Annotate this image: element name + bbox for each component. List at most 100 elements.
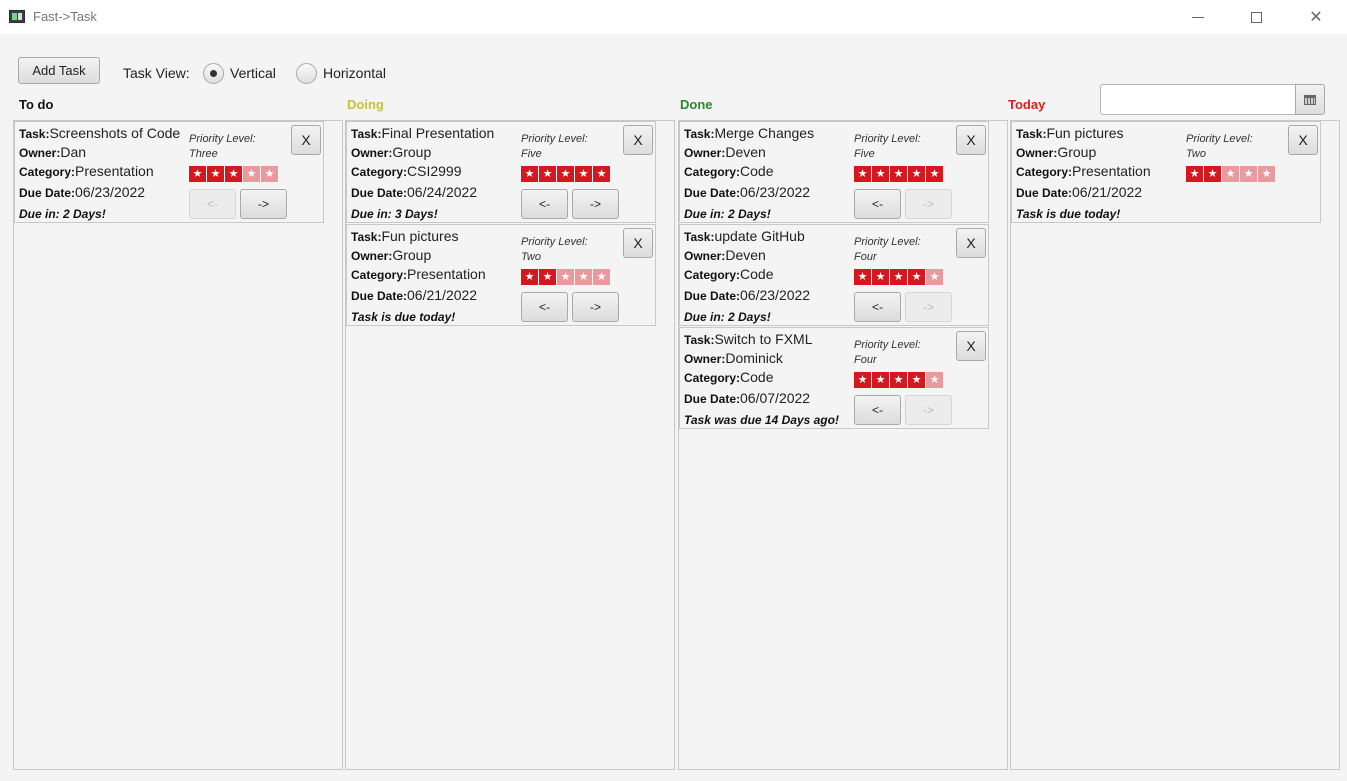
due-date-label: Due Date: xyxy=(684,186,741,200)
task-label: Task: xyxy=(351,127,382,141)
owner-label: Owner: xyxy=(351,249,393,263)
delete-task-button[interactable]: X xyxy=(623,228,653,258)
due-status: Task is due today! xyxy=(1016,207,1121,221)
star-icon: ★ xyxy=(890,166,907,182)
task-name: Fun pictures xyxy=(381,228,459,244)
priority-level: Priority Level: Five xyxy=(521,132,601,162)
star-icon: ★ xyxy=(890,269,907,285)
move-left-button[interactable]: <- xyxy=(521,292,568,322)
add-task-button[interactable]: Add Task xyxy=(18,57,100,84)
delete-task-button[interactable]: X xyxy=(1288,125,1318,155)
task-name: Fun pictures xyxy=(1046,125,1124,141)
column-heading-today: Today xyxy=(1008,97,1046,112)
move-right-button[interactable]: -> xyxy=(572,292,619,322)
owner-value: Group xyxy=(392,247,432,263)
category-label: Category: xyxy=(684,371,741,385)
star-icon: ★ xyxy=(557,166,574,182)
category-label: Category: xyxy=(1016,165,1073,179)
priority-label: Priority Level: xyxy=(854,133,921,145)
column-doing: Task:Final Presentation Owner:Group Catego… xyxy=(345,120,675,770)
star-icon: ★ xyxy=(1240,166,1257,182)
priority-stars: ★ ★ ★ ★ ★ xyxy=(189,166,278,182)
task-name: Final Presentation xyxy=(381,125,495,141)
due-date-line: Due Date:06/21/2022 xyxy=(351,287,477,303)
owner-line: Owner:Dominick xyxy=(684,350,783,366)
owner-line: Owner:Group xyxy=(1016,144,1096,160)
due-date-value: 06/23/2022 xyxy=(75,184,146,200)
priority-label: Priority Level: xyxy=(521,236,588,248)
category-value: Code xyxy=(740,369,774,385)
horizontal-radio[interactable] xyxy=(296,63,317,84)
due-date-value: 06/24/2022 xyxy=(407,184,478,200)
move-right-button[interactable]: -> xyxy=(905,292,952,322)
priority-stars: ★ ★ ★ ★ ★ xyxy=(854,372,943,388)
priority-value: Two xyxy=(1186,148,1206,160)
calendar-icon xyxy=(1304,94,1316,105)
task-name: Merge Changes xyxy=(714,125,815,141)
delete-task-button[interactable]: X xyxy=(956,228,986,258)
move-right-button[interactable]: -> xyxy=(240,189,287,219)
move-right-button[interactable]: -> xyxy=(905,189,952,219)
star-icon: ★ xyxy=(1222,166,1239,182)
delete-task-button[interactable]: X xyxy=(956,125,986,155)
date-picker-input[interactable] xyxy=(1100,84,1296,115)
star-icon: ★ xyxy=(908,166,925,182)
priority-value: Four xyxy=(854,251,877,263)
category-value: Presentation xyxy=(407,266,486,282)
maximize-button[interactable] xyxy=(1227,0,1285,34)
category-line: Category:Presentation xyxy=(1016,163,1151,179)
window-title: Fast->Task xyxy=(33,9,97,24)
delete-task-button[interactable]: X xyxy=(956,331,986,361)
task-line: Task:Merge Changes xyxy=(684,125,814,141)
category-value: Code xyxy=(740,266,774,282)
move-right-button[interactable]: -> xyxy=(905,395,952,425)
due-status: Due in: 3 Days! xyxy=(351,207,438,221)
star-icon: ★ xyxy=(521,269,538,285)
owner-label: Owner: xyxy=(684,146,726,160)
maximize-icon xyxy=(1250,11,1262,23)
vertical-radio[interactable] xyxy=(203,63,224,84)
horizontal-radio-label[interactable]: Horizontal xyxy=(323,65,386,81)
priority-value: Two xyxy=(521,251,541,263)
owner-label: Owner: xyxy=(684,249,726,263)
move-left-button[interactable]: <- xyxy=(854,292,901,322)
task-line: Task:Fun pictures xyxy=(1016,125,1124,141)
minimize-button[interactable] xyxy=(1169,0,1227,34)
move-left-button[interactable]: <- xyxy=(854,189,901,219)
star-icon: ★ xyxy=(872,372,889,388)
task-line: Task:Switch to FXML xyxy=(684,331,813,347)
star-icon: ★ xyxy=(872,166,889,182)
title-bar: Fast->Task ✕ xyxy=(0,0,1347,34)
close-button[interactable]: ✕ xyxy=(1287,0,1345,34)
task-card: Task:Fun pictures Owner:Group Category:Pre… xyxy=(346,224,656,326)
due-date-label: Due Date: xyxy=(351,186,408,200)
due-date-label: Due Date: xyxy=(684,392,741,406)
owner-label: Owner: xyxy=(351,146,393,160)
star-icon: ★ xyxy=(1204,166,1221,182)
vertical-radio-label[interactable]: Vertical xyxy=(230,65,276,81)
move-right-button[interactable]: -> xyxy=(572,189,619,219)
star-icon: ★ xyxy=(593,166,610,182)
priority-level: Priority Level: Four xyxy=(854,235,934,265)
owner-line: Owner:Deven xyxy=(684,247,766,263)
due-date-line: Due Date:06/24/2022 xyxy=(351,184,477,200)
move-left-button[interactable]: <- xyxy=(189,189,236,219)
star-icon: ★ xyxy=(908,269,925,285)
priority-level: Priority Level: Two xyxy=(521,235,601,265)
star-icon: ★ xyxy=(854,269,871,285)
task-card: Task:Screenshots of Code Owner:Dan Categor… xyxy=(14,121,324,223)
category-value: Presentation xyxy=(1072,163,1151,179)
move-left-button[interactable]: <- xyxy=(521,189,568,219)
due-date-value: 06/21/2022 xyxy=(407,287,478,303)
star-icon: ★ xyxy=(189,166,206,182)
due-date-value: 06/23/2022 xyxy=(740,184,811,200)
owner-line: Owner:Group xyxy=(351,144,431,160)
star-icon: ★ xyxy=(890,372,907,388)
owner-line: Owner:Deven xyxy=(684,144,766,160)
due-status: Due in: 2 Days! xyxy=(684,310,771,324)
delete-task-button[interactable]: X xyxy=(291,125,321,155)
delete-task-button[interactable]: X xyxy=(623,125,653,155)
due-date-label: Due Date: xyxy=(1016,186,1073,200)
move-left-button[interactable]: <- xyxy=(854,395,901,425)
date-picker-button[interactable] xyxy=(1295,84,1325,115)
